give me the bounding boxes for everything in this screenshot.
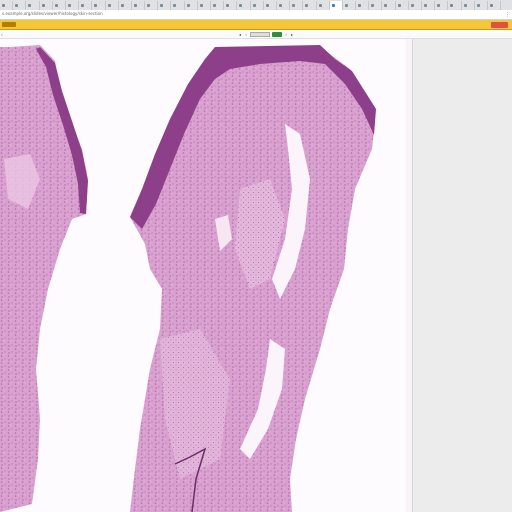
zoom-level-field[interactable]	[250, 31, 270, 37]
browser-tab[interactable]	[211, 1, 225, 10]
chevron-right-icon[interactable]: ▸	[290, 32, 294, 37]
chevron-right-icon[interactable]: ›	[284, 32, 288, 37]
browser-tab[interactable]	[303, 1, 317, 10]
browser-tab[interactable]	[237, 1, 251, 10]
tissue-section-image[interactable]	[0, 39, 412, 512]
browser-tab[interactable]	[409, 1, 422, 10]
browser-tab[interactable]	[277, 1, 291, 10]
slide-viewport[interactable]	[0, 39, 412, 512]
browser-tab[interactable]	[198, 1, 211, 10]
browser-tab-strip	[0, 0, 512, 10]
browser-tab[interactable]	[422, 1, 436, 10]
viewer-toolbar: ‹ ◂ ‹ › ▸	[0, 30, 512, 39]
browser-tab[interactable]	[40, 1, 53, 10]
browser-tab[interactable]	[435, 1, 449, 10]
browser-tab[interactable]	[264, 1, 277, 10]
browser-tab[interactable]	[329, 1, 343, 10]
browser-tab[interactable]	[92, 1, 106, 10]
browser-tab[interactable]	[79, 1, 93, 10]
browser-tab[interactable]	[119, 1, 132, 10]
browser-tab[interactable]	[475, 1, 488, 10]
browser-tab[interactable]	[26, 1, 40, 10]
address-bar[interactable]: s.example.org/slides/viewer/histology/sk…	[0, 10, 512, 20]
kebab-menu-icon[interactable]: ⋮	[505, 12, 510, 18]
slide-navigation: ◂ ‹ › ▸	[238, 31, 294, 37]
browser-tab[interactable]	[0, 1, 14, 10]
brand-logo-icon[interactable]	[2, 22, 16, 27]
browser-tab[interactable]	[290, 1, 304, 10]
go-button[interactable]	[272, 31, 282, 37]
browser-tab[interactable]	[13, 1, 27, 10]
browser-tab[interactable]	[158, 1, 172, 10]
browser-tab[interactable]	[317, 1, 330, 10]
browser-tab[interactable]	[132, 1, 146, 10]
browser-tab[interactable]	[224, 1, 238, 10]
browser-tab[interactable]	[185, 1, 198, 10]
browser-tab[interactable]	[251, 1, 264, 10]
browser-tab[interactable]	[382, 1, 396, 10]
viewer-header	[0, 20, 512, 30]
browser-tab[interactable]	[145, 1, 159, 10]
browser-tab[interactable]	[106, 1, 119, 10]
browser-tab[interactable]	[448, 1, 462, 10]
browser-tab[interactable]	[66, 1, 80, 10]
browser-tab[interactable]	[369, 1, 383, 10]
left-tissue-fragment	[0, 45, 88, 512]
browser-tab[interactable]	[171, 1, 185, 10]
back-arrow-icon[interactable]: ‹	[1, 32, 3, 37]
browser-tab[interactable]	[396, 1, 409, 10]
url-text[interactable]: s.example.org/slides/viewer/histology/sk…	[2, 11, 103, 16]
browser-tab[interactable]	[488, 1, 502, 10]
browser-tab[interactable]	[343, 1, 357, 10]
chevron-left-icon[interactable]: ◂	[238, 32, 242, 37]
browser-tab[interactable]	[356, 1, 370, 10]
side-panel	[412, 39, 512, 512]
chevron-left-icon[interactable]: ‹	[244, 32, 248, 37]
header-action-button[interactable]	[491, 22, 508, 28]
browser-tab[interactable]	[53, 1, 66, 10]
browser-tab[interactable]	[462, 1, 475, 10]
